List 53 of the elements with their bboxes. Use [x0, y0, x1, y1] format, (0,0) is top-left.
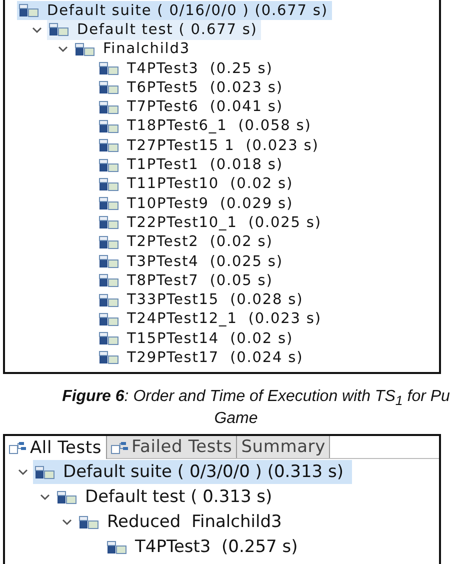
tree-item[interactable]: T29PTest17 (0.024 s): [97, 348, 308, 368]
figure-caption: Figure 6: Order and Time of Execution with TS$_{1}$ for Pu: [62, 388, 450, 410]
test-icon: [99, 100, 119, 114]
test-icon: [99, 216, 119, 230]
test-icon: [99, 197, 119, 210]
test-icon: [99, 294, 119, 307]
tree-item[interactable]: T2PTest2 (0.02 s): [97, 232, 277, 252]
test-icon: [99, 158, 119, 172]
tree-item[interactable]: T24PTest12_1 (0.023 s): [97, 310, 326, 330]
test-icon: [99, 236, 119, 249]
tab[interactable]: All Tests: [5, 436, 107, 460]
tree-item[interactable]: Default suite ( 0/16/0/0 ) (0.677 s): [17, 1, 332, 20]
test-icon: [35, 464, 55, 480]
test-icon: [99, 120, 119, 133]
test-icon: [75, 42, 95, 56]
tree-item[interactable]: T1PTest1 (0.018 s): [97, 155, 287, 175]
tree-item[interactable]: T22PTest10_1 (0.025 s): [97, 213, 326, 233]
tree-item[interactable]: T11PTest10 (0.02 s): [97, 174, 298, 194]
tree-item[interactable]: T15PTest14 (0.02 s): [97, 329, 298, 348]
tree-item[interactable]: Finalchild3: [73, 40, 194, 59]
tree-item[interactable]: T33PTest15 (0.028 s): [97, 290, 308, 310]
tree-item[interactable]: T8PTest7 (0.05 s): [97, 271, 277, 290]
tree-item[interactable]: T7PTest6 (0.041 s): [97, 97, 287, 117]
tree-item[interactable]: Default test ( 0.313 s): [55, 485, 280, 510]
tree-item[interactable]: T27PTest15 1 (0.023 s): [97, 136, 323, 156]
test-icon: [99, 178, 119, 191]
tree-item[interactable]: Reduced Finalchild3: [77, 510, 290, 534]
test-icon: [49, 23, 69, 36]
tree-item[interactable]: Default suite ( 0/3/0/0 ) (0.313 s): [33, 460, 352, 484]
tree-item[interactable]: Default test ( 0.677 s): [47, 20, 262, 40]
tab[interactable]: Summary: [237, 436, 330, 458]
tree-item[interactable]: T4PTest3 (0.25 s): [97, 58, 277, 78]
test-icon: [99, 81, 119, 94]
tab[interactable]: Failed Tests: [106, 436, 238, 458]
test-icon: [19, 4, 39, 18]
test-icon: [99, 139, 119, 152]
test-icon: [107, 540, 127, 555]
tree-icon: [110, 440, 129, 454]
tree-item[interactable]: T3PTest4 (0.025 s): [97, 252, 287, 272]
tree-item[interactable]: T4PTest3 (0.257 s): [105, 535, 306, 560]
test-icon: [99, 274, 119, 288]
test-icon: [99, 312, 119, 326]
test-icon: [99, 62, 119, 76]
tree-item[interactable]: T6PTest5 (0.023 s): [97, 78, 287, 98]
test-icon: [57, 490, 77, 505]
test-icon: [99, 332, 119, 346]
tree-icon: [9, 441, 27, 454]
tree-item[interactable]: T10PTest9 (0.029 s): [97, 194, 298, 214]
tree-item[interactable]: T18PTest6_1 (0.058 s): [97, 116, 316, 136]
test-icon: [99, 255, 119, 268]
figure-caption: Game: [214, 410, 258, 428]
test-icon: [79, 514, 99, 530]
test-icon: [99, 351, 119, 364]
